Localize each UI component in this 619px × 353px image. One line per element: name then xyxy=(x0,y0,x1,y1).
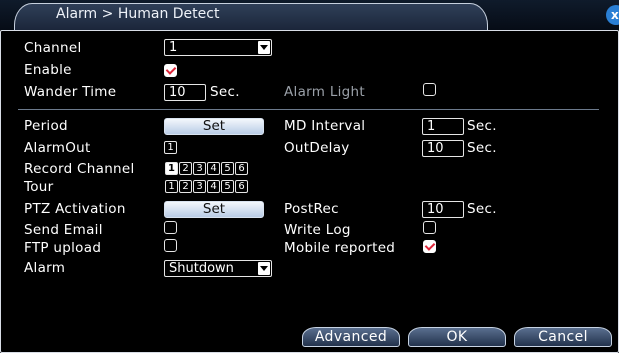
alarm-select[interactable]: Shutdown xyxy=(164,260,272,277)
out-delay-input[interactable]: 10 xyxy=(422,140,464,157)
post-rec-label: PostRec xyxy=(284,201,339,217)
post-rec-value: 10 xyxy=(427,202,444,217)
record-channel-box-3[interactable]: 3 xyxy=(193,162,206,175)
chevron-down-icon xyxy=(258,262,270,275)
write-log-checkbox[interactable] xyxy=(423,221,436,234)
record-channel-box-4[interactable]: 4 xyxy=(207,162,220,175)
cancel-button[interactable]: Cancel xyxy=(514,327,612,347)
tour-box-3[interactable]: 3 xyxy=(193,180,206,193)
tour-box-2[interactable]: 2 xyxy=(179,180,192,193)
enable-checkbox[interactable] xyxy=(164,64,177,77)
ok-button[interactable]: OK xyxy=(408,327,506,347)
advanced-button[interactable]: Advanced xyxy=(302,327,400,347)
alarm-value: Shutdown xyxy=(169,261,234,276)
md-interval-input[interactable]: 1 xyxy=(422,118,464,135)
settings-panel xyxy=(0,30,619,353)
alarm-out-box-1[interactable]: 1 xyxy=(164,141,177,154)
tour-box-5[interactable]: 5 xyxy=(221,180,234,193)
alarm-label: Alarm xyxy=(24,260,66,276)
tour-box-1[interactable]: 1 xyxy=(165,180,178,193)
title-bar: Alarm > Human Detect x xyxy=(0,0,619,30)
write-log-label: Write Log xyxy=(284,222,351,238)
record-channel-label: Record Channel xyxy=(24,161,135,177)
period-label: Period xyxy=(24,118,68,134)
enable-label: Enable xyxy=(24,62,72,78)
tour-box-4[interactable]: 4 xyxy=(207,180,220,193)
out-delay-value: 10 xyxy=(427,141,444,156)
window-title: Alarm > Human Detect xyxy=(56,6,220,22)
record-channel-box-1[interactable]: 1 xyxy=(165,162,178,175)
wander-time-unit: Sec. xyxy=(210,84,240,100)
section-divider xyxy=(18,109,599,110)
ptz-activation-label: PTZ Activation xyxy=(24,201,126,217)
close-button[interactable]: x xyxy=(606,5,619,25)
md-interval-unit: Sec. xyxy=(467,118,497,134)
md-interval-label: MD Interval xyxy=(284,118,366,134)
alarm-light-label: Alarm Light xyxy=(284,84,366,100)
wander-time-input[interactable]: 10 xyxy=(164,84,206,101)
ftp-upload-checkbox[interactable] xyxy=(164,239,177,252)
mobile-reported-checkbox[interactable] xyxy=(423,240,436,253)
tour-box-6[interactable]: 6 xyxy=(235,180,248,193)
channel-label: Channel xyxy=(24,40,82,56)
channel-select[interactable]: 1 xyxy=(164,39,272,56)
md-interval-value: 1 xyxy=(427,119,436,134)
out-delay-unit: Sec. xyxy=(467,140,497,156)
chevron-down-icon xyxy=(258,41,270,54)
record-channel-box-2[interactable]: 2 xyxy=(179,162,192,175)
alarm-out-label: AlarmOut xyxy=(24,140,91,156)
wander-time-label: Wander Time xyxy=(24,84,117,100)
period-set-button[interactable]: Set xyxy=(164,118,264,135)
record-channel-box-5[interactable]: 5 xyxy=(221,162,234,175)
post-rec-unit: Sec. xyxy=(467,201,497,217)
post-rec-input[interactable]: 10 xyxy=(422,201,464,218)
ftp-upload-label: FTP upload xyxy=(24,240,102,256)
ptz-set-button[interactable]: Set xyxy=(164,201,264,218)
wander-time-value: 10 xyxy=(169,85,186,100)
send-email-label: Send Email xyxy=(24,222,103,238)
mobile-reported-label: Mobile reported xyxy=(284,240,396,256)
send-email-checkbox[interactable] xyxy=(164,221,177,234)
out-delay-label: OutDelay xyxy=(284,140,350,156)
tour-label: Tour xyxy=(24,179,54,195)
channel-value: 1 xyxy=(169,40,178,55)
record-channel-box-6[interactable]: 6 xyxy=(235,162,248,175)
alarm-light-checkbox[interactable] xyxy=(423,83,436,96)
close-icon: x xyxy=(611,8,619,22)
